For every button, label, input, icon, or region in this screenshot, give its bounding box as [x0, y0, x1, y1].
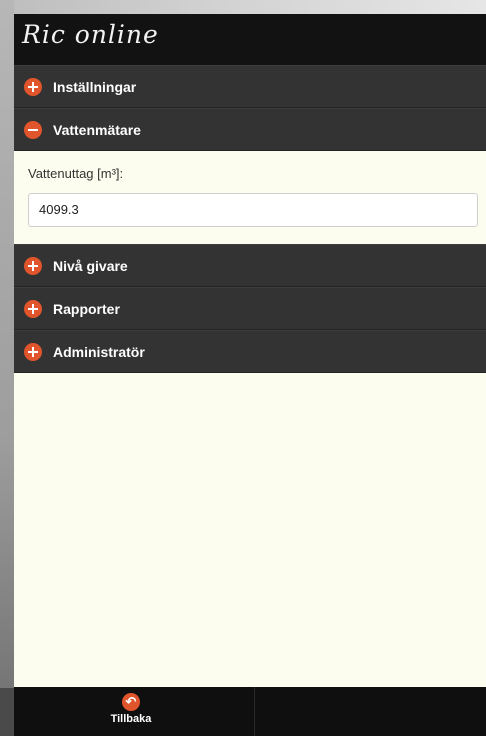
menu-item-label: Inställningar — [53, 79, 137, 95]
vattenuttag-label: Vattenuttag [m³]: — [28, 166, 124, 181]
menu-item-administrator[interactable]: Administratör — [14, 330, 486, 373]
frame-bottom-left — [0, 688, 14, 736]
menu-item-label: Rapporter — [53, 301, 120, 317]
plus-icon — [24, 78, 42, 96]
accordion-menu: Inställningar Vattenmätare Vattenuttag [… — [14, 65, 486, 373]
menu-item-label: Nivå givare — [53, 258, 128, 274]
menu-item-installningar[interactable]: Inställningar — [14, 65, 486, 108]
plus-icon — [24, 257, 42, 275]
frame-top — [0, 0, 486, 14]
vattenuttag-field[interactable]: 4099.3 — [28, 193, 478, 227]
back-arrow-icon: ↶ — [122, 693, 140, 711]
minus-icon — [24, 121, 42, 139]
plus-icon — [24, 343, 42, 361]
menu-item-label: Administratör — [53, 344, 145, 360]
menu-item-label: Vattenmätare — [53, 122, 141, 138]
menu-item-vattenmatare[interactable]: Vattenmätare — [14, 108, 486, 151]
footer-bar: ↶ Tillbaka — [14, 687, 486, 736]
menu-item-rapporter[interactable]: Rapporter — [14, 287, 486, 330]
app-logo: Ric online — [22, 20, 159, 49]
menu-item-niva-givare[interactable]: Nivå givare — [14, 244, 486, 287]
back-button-label: Tillbaka — [110, 713, 152, 725]
header: Ric online — [14, 14, 486, 65]
back-button[interactable]: ↶ Tillbaka — [96, 693, 166, 733]
app-screen: Ric online Inställningar Vattenmätare Va… — [14, 14, 486, 736]
frame-left — [0, 0, 14, 736]
plus-icon — [24, 300, 42, 318]
footer-divider — [254, 687, 255, 736]
vattenmatare-panel: Vattenuttag [m³]: 4099.3 — [14, 151, 486, 244]
